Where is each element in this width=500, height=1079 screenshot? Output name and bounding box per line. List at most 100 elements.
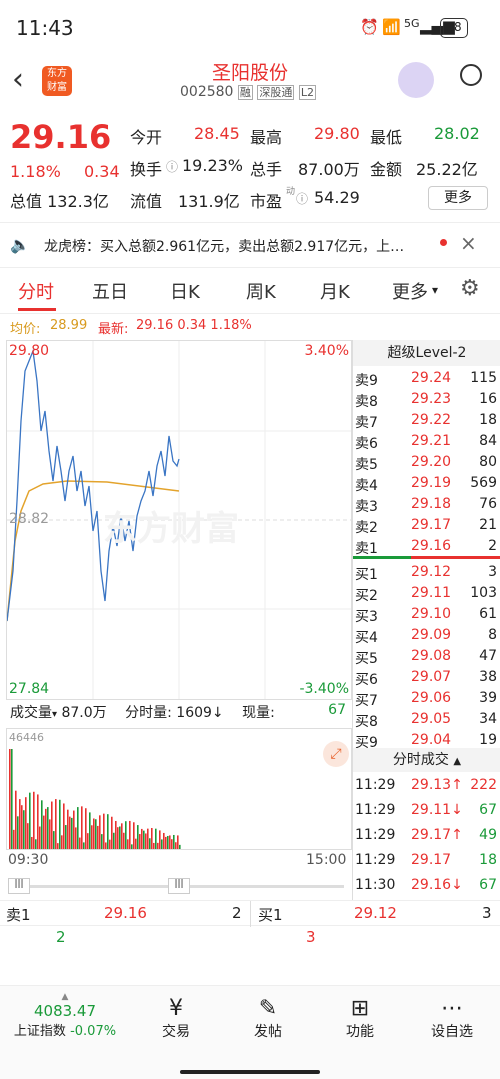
tab-monthly-k[interactable]: 月K — [320, 278, 350, 304]
volume-bar — [161, 839, 163, 849]
volume-bar — [47, 807, 49, 849]
close-icon[interactable]: × — [460, 231, 477, 255]
volume-bar — [105, 842, 107, 849]
scroll-handle-left[interactable]: ||| — [8, 878, 30, 894]
more-dots-icon: ⋯ — [441, 996, 463, 1021]
chart-tabs: 分时 五日 日K 周K 月K 更多 ▾ ⚙ — [0, 268, 500, 314]
nav-trade-label: 交易 — [162, 1024, 190, 1040]
price-low-label: 27.84 — [9, 681, 50, 697]
ask1-label: 卖1 — [6, 906, 31, 924]
nav-trade[interactable]: ¥ 交易 — [136, 996, 216, 1041]
volume-bar — [55, 799, 57, 849]
index-widget[interactable]: ▲ 4083.47 上证指数 -0.07% — [0, 992, 130, 1052]
row-label: 买5 — [355, 651, 378, 667]
tab-weekly-k[interactable]: 周K — [246, 278, 276, 304]
row-volume: 47 — [479, 648, 497, 664]
intraday-chart[interactable]: 29.80 3.40% 28.82 27.84 -3.40% 东方财富 — [6, 340, 352, 700]
level2-title[interactable]: 超级Level-2 — [353, 340, 500, 366]
trades-title[interactable]: 分时成交 ▲ — [353, 748, 500, 772]
bid-row[interactable]: 买1 29.12 3 — [353, 562, 500, 584]
news-text[interactable]: 龙虎榜：买入总额2.961亿元，卖出总额2.917亿元，上… — [44, 236, 434, 256]
ask-row[interactable]: 卖4 29.19 569 — [353, 473, 500, 495]
trade-row[interactable]: 11:30 29.16↓ 67 — [353, 874, 500, 899]
tab-intraday[interactable]: 分时 — [18, 278, 54, 304]
row-volume: 115 — [470, 370, 497, 386]
volume-dropdown-icon[interactable]: ▾ — [52, 709, 57, 720]
bid1-label: 买1 — [258, 906, 283, 924]
trade-row[interactable]: 11:29 29.17↑ 49 — [353, 824, 500, 849]
bid-row[interactable]: 买3 29.10 61 — [353, 604, 500, 626]
pct-low-label: -3.40% — [299, 681, 349, 697]
bid-row[interactable]: 买4 29.09 8 — [353, 625, 500, 647]
robot-avatar-icon[interactable] — [398, 62, 434, 98]
search-icon[interactable] — [460, 64, 482, 86]
nav-watchlist[interactable]: ⋯ 设自选 — [412, 996, 492, 1041]
ask-row[interactable]: 卖3 29.18 76 — [353, 494, 500, 516]
ask-row[interactable]: 卖9 29.24 115 — [353, 368, 500, 390]
volume-bar — [113, 832, 115, 849]
trade-row[interactable]: 11:29 29.13↑ 222 — [353, 774, 500, 799]
connect-tag: 深股通 — [257, 85, 295, 100]
row-label: 卖5 — [355, 457, 378, 473]
volume-bar — [153, 842, 155, 849]
bid-row[interactable]: 买5 29.08 47 — [353, 646, 500, 668]
news-ticker[interactable]: 🔈 龙虎榜：买入总额2.961亿元，卖出总额2.917亿元，上… × — [0, 222, 500, 268]
volume-bar — [149, 838, 151, 849]
float-cap-value: 131.9亿 — [178, 192, 240, 211]
volume-bar — [65, 825, 67, 849]
order-book: 超级Level-2 卖9 29.24 115 卖8 29.23 16 卖7 29.22 18 卖6… — [352, 340, 500, 900]
tab-daily-k[interactable]: 日K — [170, 278, 200, 304]
volume-chart[interactable]: 46446 ⤢ — [6, 728, 352, 850]
volume-header: 成交量▾ 87.0万 分时量: 1609↓ 现量: 67 — [10, 702, 350, 726]
trade-row[interactable]: 11:29 29.11↓ 67 — [353, 799, 500, 824]
ask-row[interactable]: 卖8 29.23 16 — [353, 389, 500, 411]
bid-row[interactable]: 买2 29.11 103 — [353, 583, 500, 605]
bid-row[interactable]: 买6 29.07 38 — [353, 667, 500, 689]
ask-row[interactable]: 卖1 29.16 2 — [353, 536, 500, 558]
change-pct: 1.18% — [10, 162, 61, 181]
pe-label: 市盈 — [250, 192, 283, 211]
pe-info-icon[interactable]: ⓘ — [296, 190, 308, 207]
tab-five-day[interactable]: 五日 — [92, 278, 128, 304]
volume-bar — [23, 810, 25, 849]
quote-panel: 29.16 1.18% 0.34 总值 132.3亿 今开 28.45 最高 2… — [0, 110, 500, 222]
home-indicator[interactable] — [180, 1070, 320, 1074]
volume-bar — [135, 838, 137, 849]
trade-row[interactable]: 11:29 29.17 18 — [353, 849, 500, 874]
row-price: 29.07 — [411, 669, 452, 685]
row-price: 29.20 — [411, 454, 452, 470]
nav-watchlist-label: 设自选 — [431, 1024, 473, 1040]
nav-post-label: 发帖 — [254, 1024, 282, 1040]
nav-post[interactable]: ✎ 发帖 — [228, 996, 308, 1041]
volume-bar — [157, 842, 159, 849]
ask-row[interactable]: 卖7 29.22 18 — [353, 410, 500, 432]
bid-row[interactable]: 买7 29.06 39 — [353, 688, 500, 710]
settings-icon[interactable]: ⚙ — [460, 276, 480, 301]
scroll-handle-right[interactable]: ||| — [168, 878, 190, 894]
volume-bar — [91, 825, 93, 849]
nav-function[interactable]: ⊞ 功能 — [320, 996, 400, 1041]
more-button[interactable]: 更多 — [428, 186, 488, 210]
row-volume: 39 — [479, 690, 497, 706]
volume-bar — [45, 808, 47, 849]
pe-value: 54.29 — [314, 188, 360, 207]
volume-bar — [25, 797, 27, 849]
volume-title[interactable]: 成交量 — [10, 705, 52, 721]
expand-icon[interactable]: ⤢ — [323, 741, 349, 767]
last-price: 29.16 — [10, 118, 112, 156]
ask-row[interactable]: 卖2 29.17 21 — [353, 515, 500, 537]
time-scrollbar[interactable]: ||| ||| — [8, 878, 348, 894]
bid-row[interactable]: 买8 29.05 34 — [353, 709, 500, 731]
ask-row[interactable]: 卖6 29.21 84 — [353, 431, 500, 453]
volume-bar — [177, 835, 179, 849]
row-volume: 569 — [470, 475, 497, 491]
chart-info-line: 均价: 28.99 最新: 29.16 0.34 1.18% — [0, 314, 500, 340]
volume-bar — [35, 839, 37, 849]
info-icon[interactable]: ⓘ — [166, 158, 178, 175]
last-label: 最新: — [98, 322, 129, 337]
row-volume: 61 — [479, 606, 497, 622]
volume-bar — [73, 810, 75, 849]
edit-icon: ✎ — [258, 996, 278, 1021]
tab-more[interactable]: 更多 — [392, 278, 428, 304]
ask-row[interactable]: 卖5 29.20 80 — [353, 452, 500, 474]
